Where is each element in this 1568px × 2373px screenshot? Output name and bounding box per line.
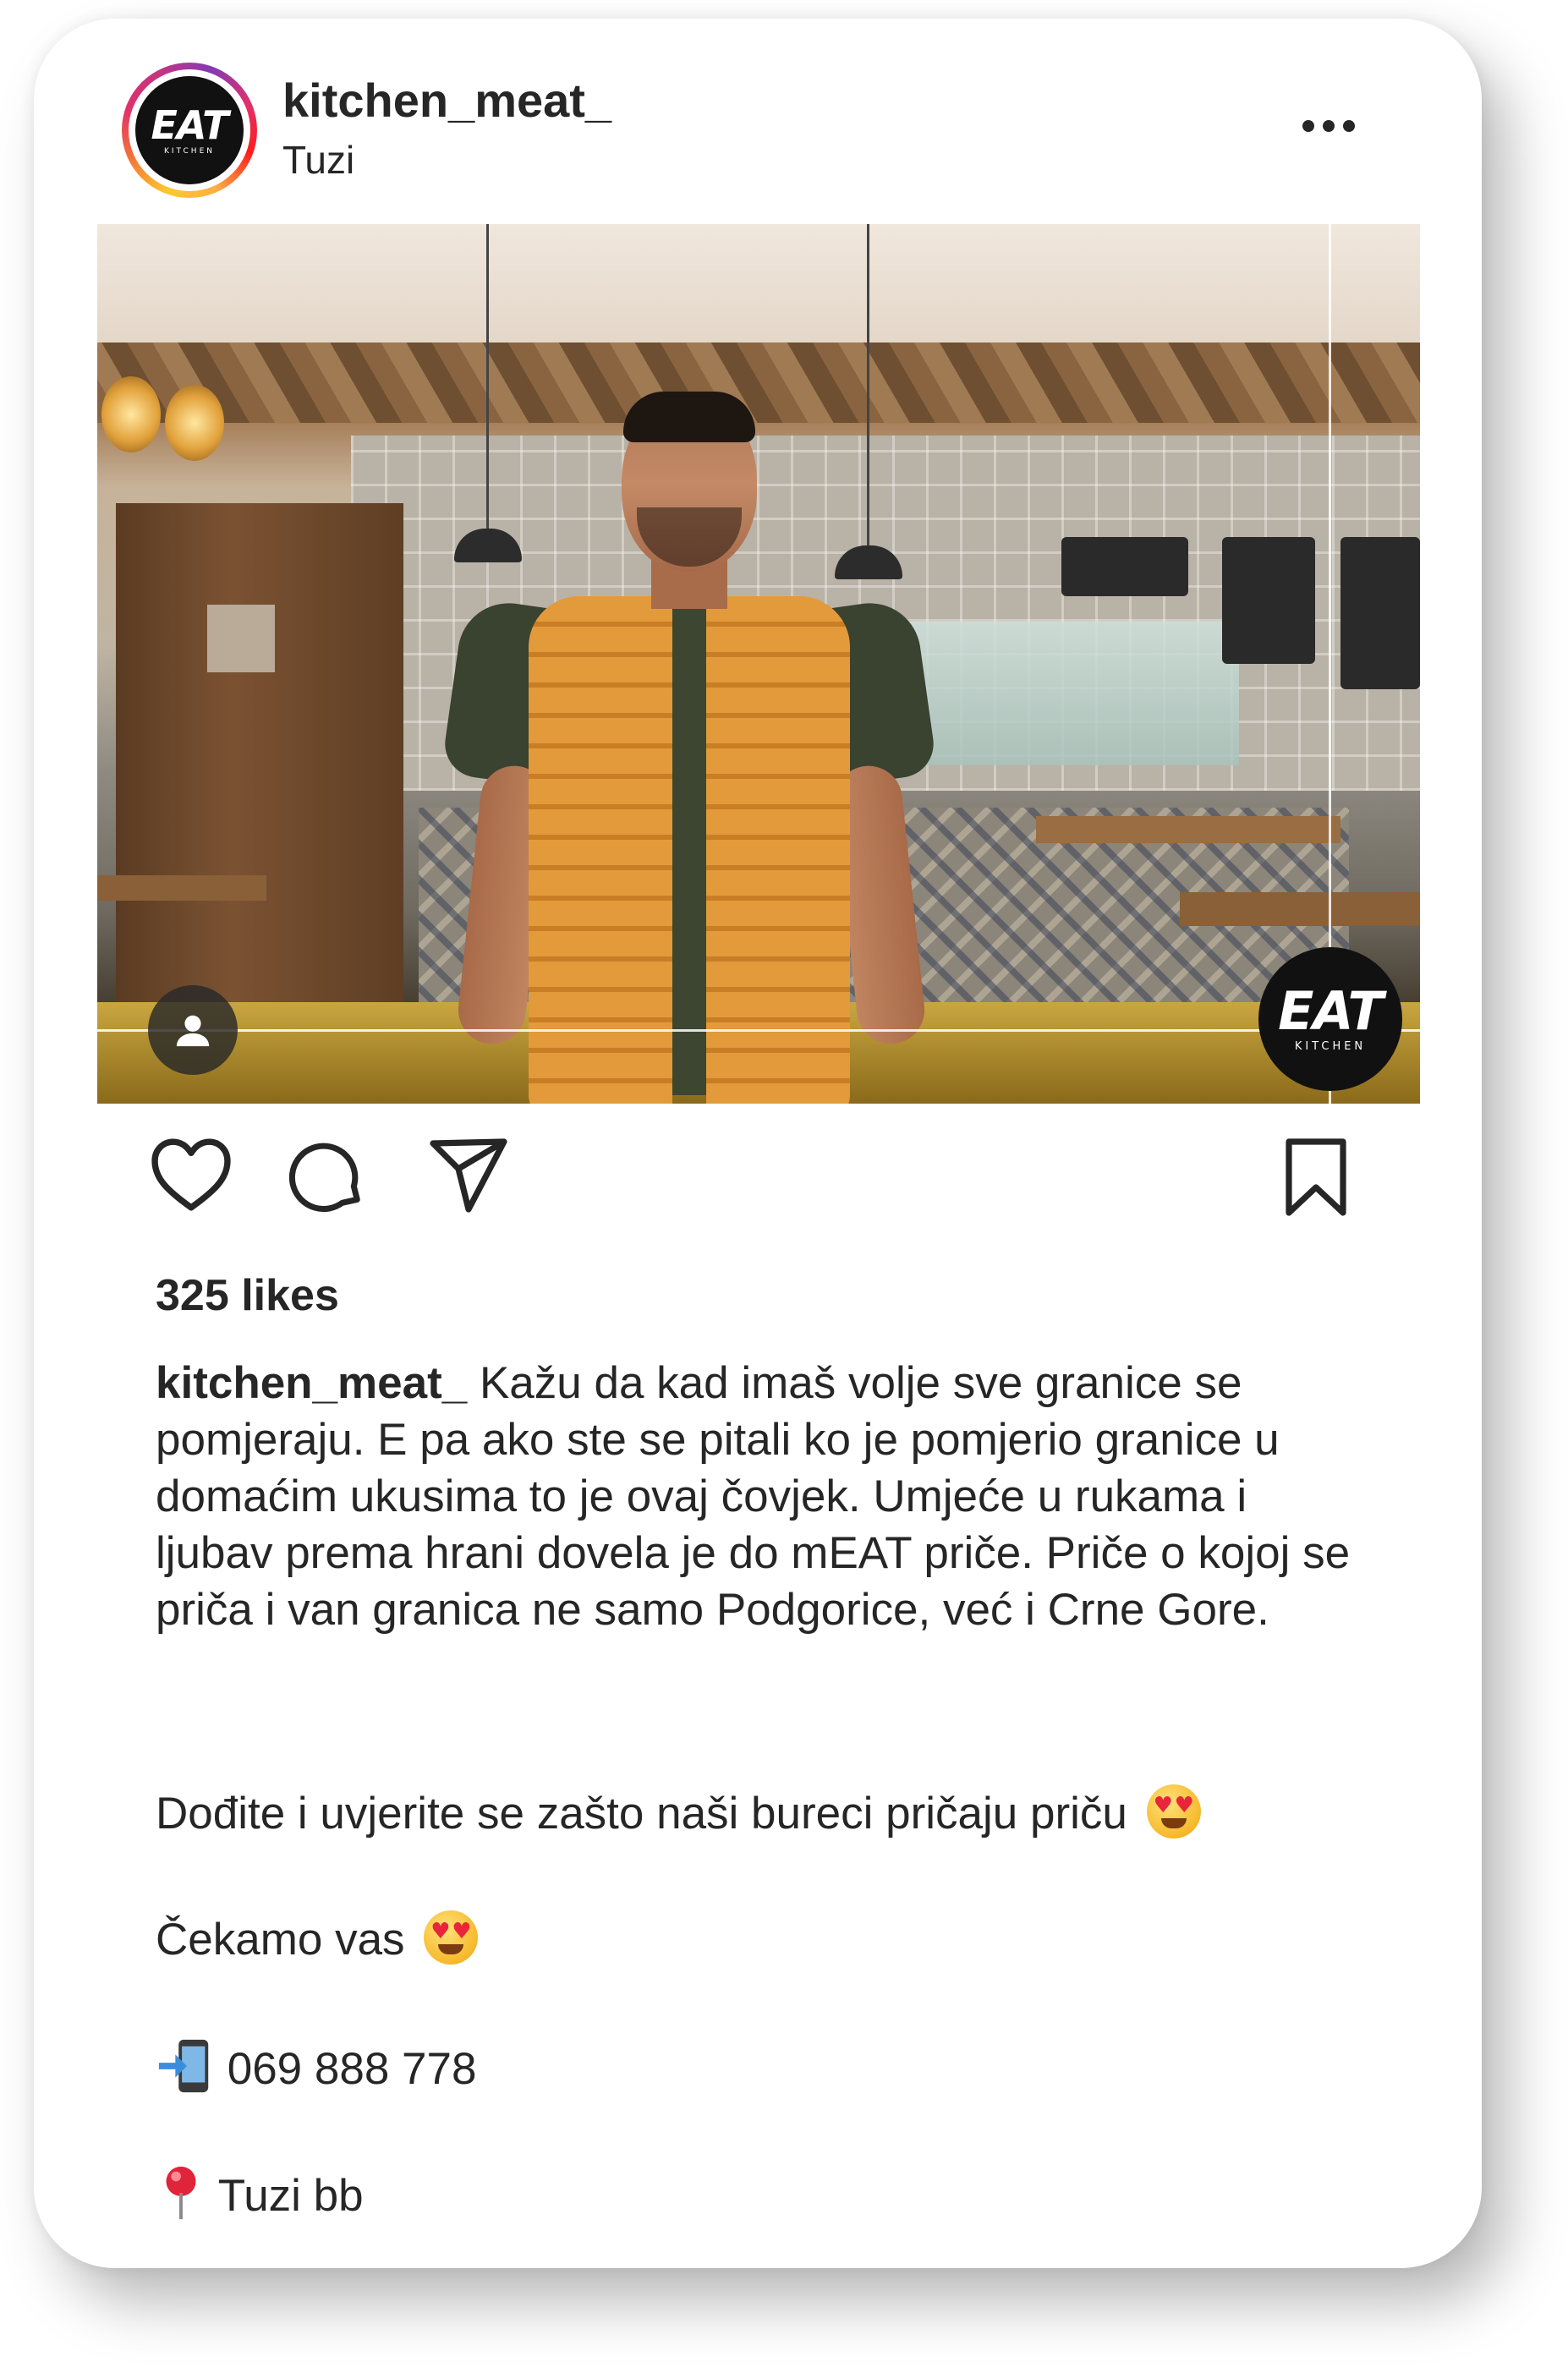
post-caption: kitchen_meat_ Kažu da kad imaš volje sve… bbox=[156, 1355, 1373, 1638]
photo-logo-text: EAT bbox=[1278, 980, 1384, 1042]
heart-icon[interactable] bbox=[149, 1137, 233, 1213]
post-photo[interactable]: EAT KITCHEN bbox=[97, 224, 1420, 1104]
photo-bulb bbox=[101, 376, 161, 452]
crop-guide-horizontal bbox=[97, 1029, 1420, 1032]
caption-line-text: Dođite i uvjerite se zašto naši bureci p… bbox=[156, 1789, 1127, 1839]
comment-icon[interactable] bbox=[288, 1137, 367, 1216]
vest bbox=[529, 596, 672, 1104]
photo-logo: EAT KITCHEN bbox=[1258, 947, 1402, 1091]
photo-logo-subtext: KITCHEN bbox=[1294, 1040, 1367, 1053]
post-username[interactable]: kitchen_meat_ bbox=[282, 73, 611, 128]
post-actions bbox=[34, 1137, 1482, 1221]
photo-menu-board bbox=[1340, 537, 1420, 689]
phone-arrow-emoji bbox=[156, 2036, 215, 2096]
heart-eyes-emoji bbox=[1146, 1784, 1201, 1839]
photo-menu-board bbox=[1222, 537, 1315, 664]
more-options-icon[interactable] bbox=[1302, 120, 1355, 132]
caption-address: Tuzi bb bbox=[217, 2171, 364, 2221]
avatar-logo-subtext: KITCHEN bbox=[164, 146, 215, 156]
likes-count[interactable]: 325 likes bbox=[156, 1270, 339, 1321]
caption-username[interactable]: kitchen_meat_ bbox=[156, 1358, 467, 1408]
caption-address-line: Tuzi bb bbox=[156, 2163, 364, 2224]
caption-line: Čekamo vas bbox=[156, 1910, 479, 1968]
photo-bulb bbox=[165, 385, 224, 461]
photo-table bbox=[1180, 892, 1420, 926]
caption-phone-line: 069 888 778 bbox=[156, 2036, 476, 2097]
avatar[interactable]: EAT KITCHEN bbox=[122, 63, 257, 198]
caption-phone[interactable]: 069 888 778 bbox=[228, 2044, 477, 2094]
caption-line-text: Čekamo vas bbox=[156, 1915, 405, 1965]
post-card: EAT KITCHEN kitchen_meat_ Tuzi EAT KITCH… bbox=[34, 19, 1482, 2268]
caption-line: Dođite i uvjerite se zašto naši bureci p… bbox=[156, 1784, 1201, 1842]
avatar-logo-text: EAT bbox=[151, 101, 229, 148]
photo-door-panel bbox=[207, 605, 275, 672]
post-location[interactable]: Tuzi bbox=[282, 137, 354, 183]
avatar-logo: EAT KITCHEN bbox=[135, 76, 244, 184]
photo-menu-board bbox=[1061, 537, 1188, 596]
heart-eyes-emoji bbox=[424, 1910, 479, 1965]
vest bbox=[706, 596, 850, 1104]
pin-emoji bbox=[156, 2163, 206, 2222]
photo-person bbox=[427, 326, 951, 1104]
photo-table bbox=[97, 875, 266, 901]
bookmark-icon[interactable] bbox=[1280, 1137, 1351, 1218]
photo-table bbox=[1036, 816, 1340, 843]
tagged-user-icon[interactable] bbox=[148, 985, 238, 1075]
send-icon[interactable] bbox=[428, 1137, 509, 1214]
